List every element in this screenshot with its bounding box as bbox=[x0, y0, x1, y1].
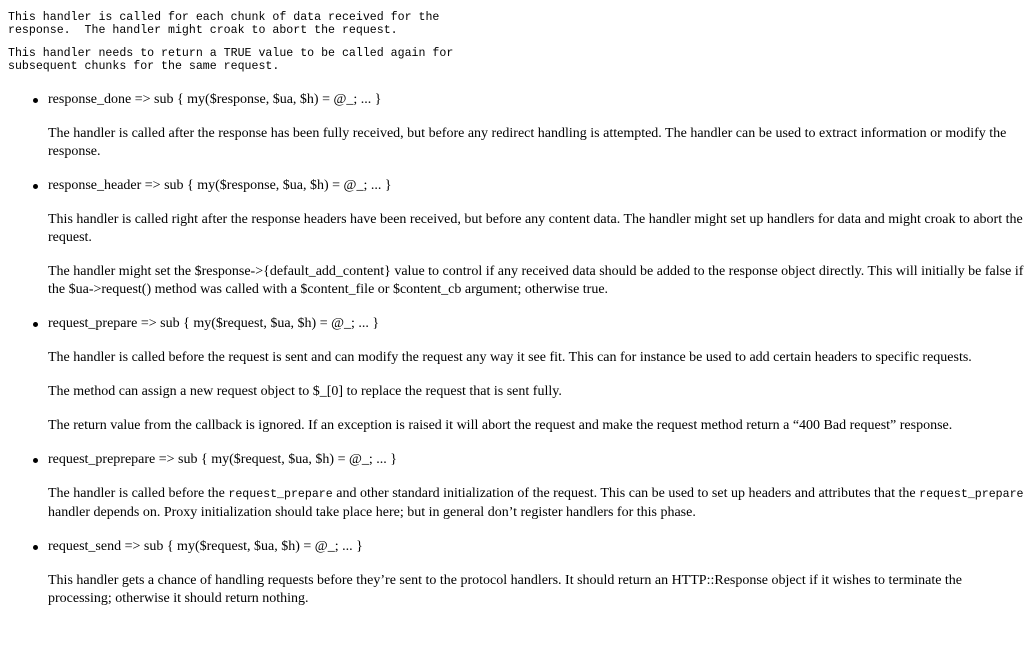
intro-code-block-1: This handler is called for each chunk of… bbox=[8, 11, 440, 37]
handler-signature: request_send => sub { my($request, $ua, … bbox=[48, 539, 363, 554]
bullet-icon bbox=[33, 545, 38, 550]
handler-description: The handler is called before the request… bbox=[48, 485, 1024, 522]
description-text: handler depends on. Proxy initialization… bbox=[48, 505, 696, 520]
handler-description: The return value from the callback is ig… bbox=[48, 418, 953, 433]
handler-item-response-done: response_done => sub { my($response, $ua… bbox=[8, 91, 1024, 161]
handler-description: The handler is called before the request… bbox=[48, 350, 972, 365]
bullet-icon bbox=[33, 322, 38, 327]
description-text: and other standard initialization of the… bbox=[332, 486, 920, 501]
handler-item-request-preprepare: request_preprepare => sub { my($request,… bbox=[8, 451, 1024, 522]
description-text: The handler is called before the bbox=[48, 486, 229, 501]
bullet-icon bbox=[33, 98, 38, 103]
handler-description: The handler might set the $response->{de… bbox=[48, 264, 1024, 297]
handler-signature: response_header => sub { my($response, $… bbox=[48, 178, 392, 193]
handler-item-response-header: response_header => sub { my($response, $… bbox=[8, 177, 1024, 299]
handler-signature: request_preprepare => sub { my($request,… bbox=[48, 452, 397, 467]
intro-code-block-2: This handler needs to return a TRUE valu… bbox=[8, 47, 454, 73]
document-page: This handler is called for each chunk of… bbox=[0, 0, 1024, 608]
inline-code: request_prepare bbox=[228, 488, 333, 501]
handler-description: This handler gets a chance of handling r… bbox=[48, 573, 963, 606]
handler-description: The handler is called after the response… bbox=[48, 126, 1007, 159]
bullet-icon bbox=[33, 184, 38, 189]
handler-signature: response_done => sub { my($response, $ua… bbox=[48, 92, 382, 107]
handler-item-request-prepare: request_prepare => sub { my($request, $u… bbox=[8, 315, 1024, 435]
handler-description: This handler is called right after the r… bbox=[48, 212, 1023, 245]
handler-item-request-send: request_send => sub { my($request, $ua, … bbox=[8, 538, 1024, 608]
handler-signature: request_prepare => sub { my($request, $u… bbox=[48, 316, 380, 331]
inline-code: request_prepare bbox=[919, 488, 1024, 501]
handler-description: The method can assign a new request obje… bbox=[48, 384, 562, 399]
handler-list: response_done => sub { my($response, $ua… bbox=[8, 91, 1024, 608]
bullet-icon bbox=[33, 458, 38, 463]
